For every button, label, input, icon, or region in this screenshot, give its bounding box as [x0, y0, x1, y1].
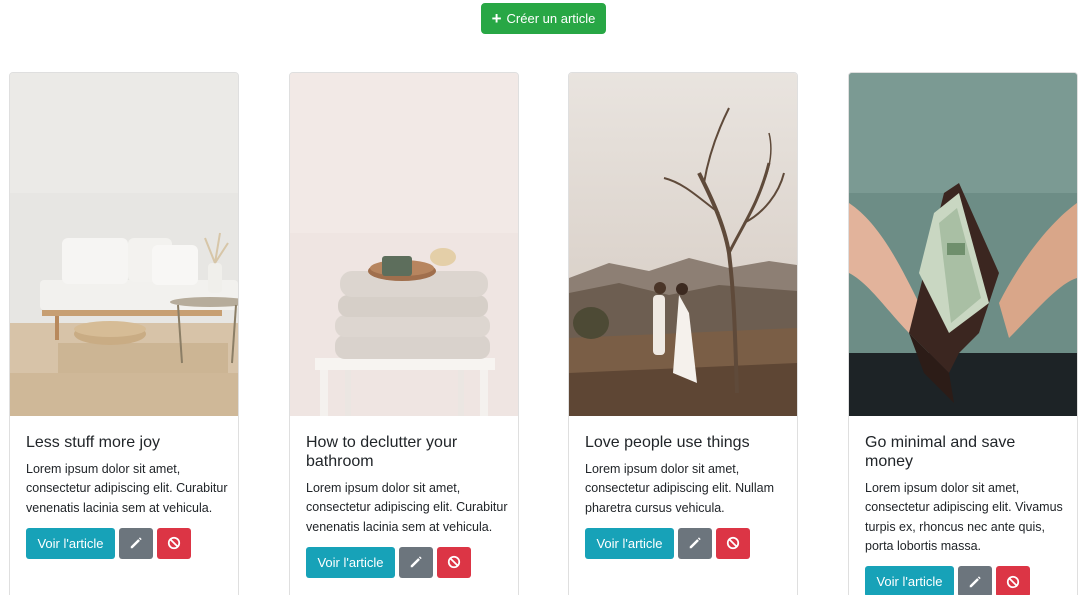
ban-icon — [726, 537, 740, 550]
edit-article-button[interactable] — [399, 546, 433, 578]
delete-article-button[interactable] — [716, 527, 750, 559]
pencil-icon — [969, 576, 981, 587]
pencil-icon — [130, 537, 142, 549]
pencil-icon — [410, 556, 422, 568]
view-article-button[interactable]: Voir l'article — [306, 546, 395, 578]
article-title: Love people use things — [585, 434, 750, 451]
article-card: Love people use things Lorem ipsum dolor… — [568, 72, 798, 595]
article-excerpt: Lorem ipsum dolor sit amet, consectetur … — [306, 481, 508, 534]
pencil-icon — [689, 537, 701, 549]
article-image-living-room — [10, 73, 238, 416]
article-title: How to declutter your bathroom — [306, 434, 458, 470]
article-image-couple-tree — [569, 73, 797, 416]
article-excerpt: Lorem ipsum dolor sit amet, consectetur … — [26, 462, 228, 515]
delete-article-button[interactable] — [437, 546, 471, 578]
article-title: Less stuff more joy — [26, 434, 160, 451]
ban-icon — [447, 556, 461, 569]
article-image-towels — [290, 73, 518, 416]
article-excerpt: Lorem ipsum dolor sit amet, consectetur … — [865, 481, 1063, 553]
create-article-label: Créer un article — [506, 11, 596, 26]
ban-icon — [167, 537, 181, 550]
article-list-page: + Créer un article Less stuff more joy L… — [0, 0, 1090, 595]
create-article-button[interactable]: + Créer un article — [481, 3, 606, 34]
article-excerpt: Lorem ipsum dolor sit amet, consectetur … — [585, 462, 774, 515]
edit-article-button[interactable] — [958, 566, 992, 595]
ban-icon — [1006, 575, 1020, 588]
view-article-button[interactable]: Voir l'article — [865, 566, 954, 595]
edit-article-button[interactable] — [119, 527, 153, 559]
article-title: Go minimal and save money — [865, 434, 1016, 470]
article-image-wallet — [849, 73, 1077, 416]
article-card: Go minimal and save money Lorem ipsum do… — [848, 72, 1078, 595]
article-card: Less stuff more joy Lorem ipsum dolor si… — [9, 72, 239, 595]
delete-article-button[interactable] — [157, 527, 191, 559]
edit-article-button[interactable] — [678, 527, 712, 559]
view-article-button[interactable]: Voir l'article — [26, 527, 115, 559]
delete-article-button[interactable] — [996, 566, 1030, 595]
plus-icon: + — [491, 8, 502, 28]
view-article-button[interactable]: Voir l'article — [585, 527, 674, 559]
article-card: How to declutter your bathroom Lorem ips… — [289, 72, 519, 595]
